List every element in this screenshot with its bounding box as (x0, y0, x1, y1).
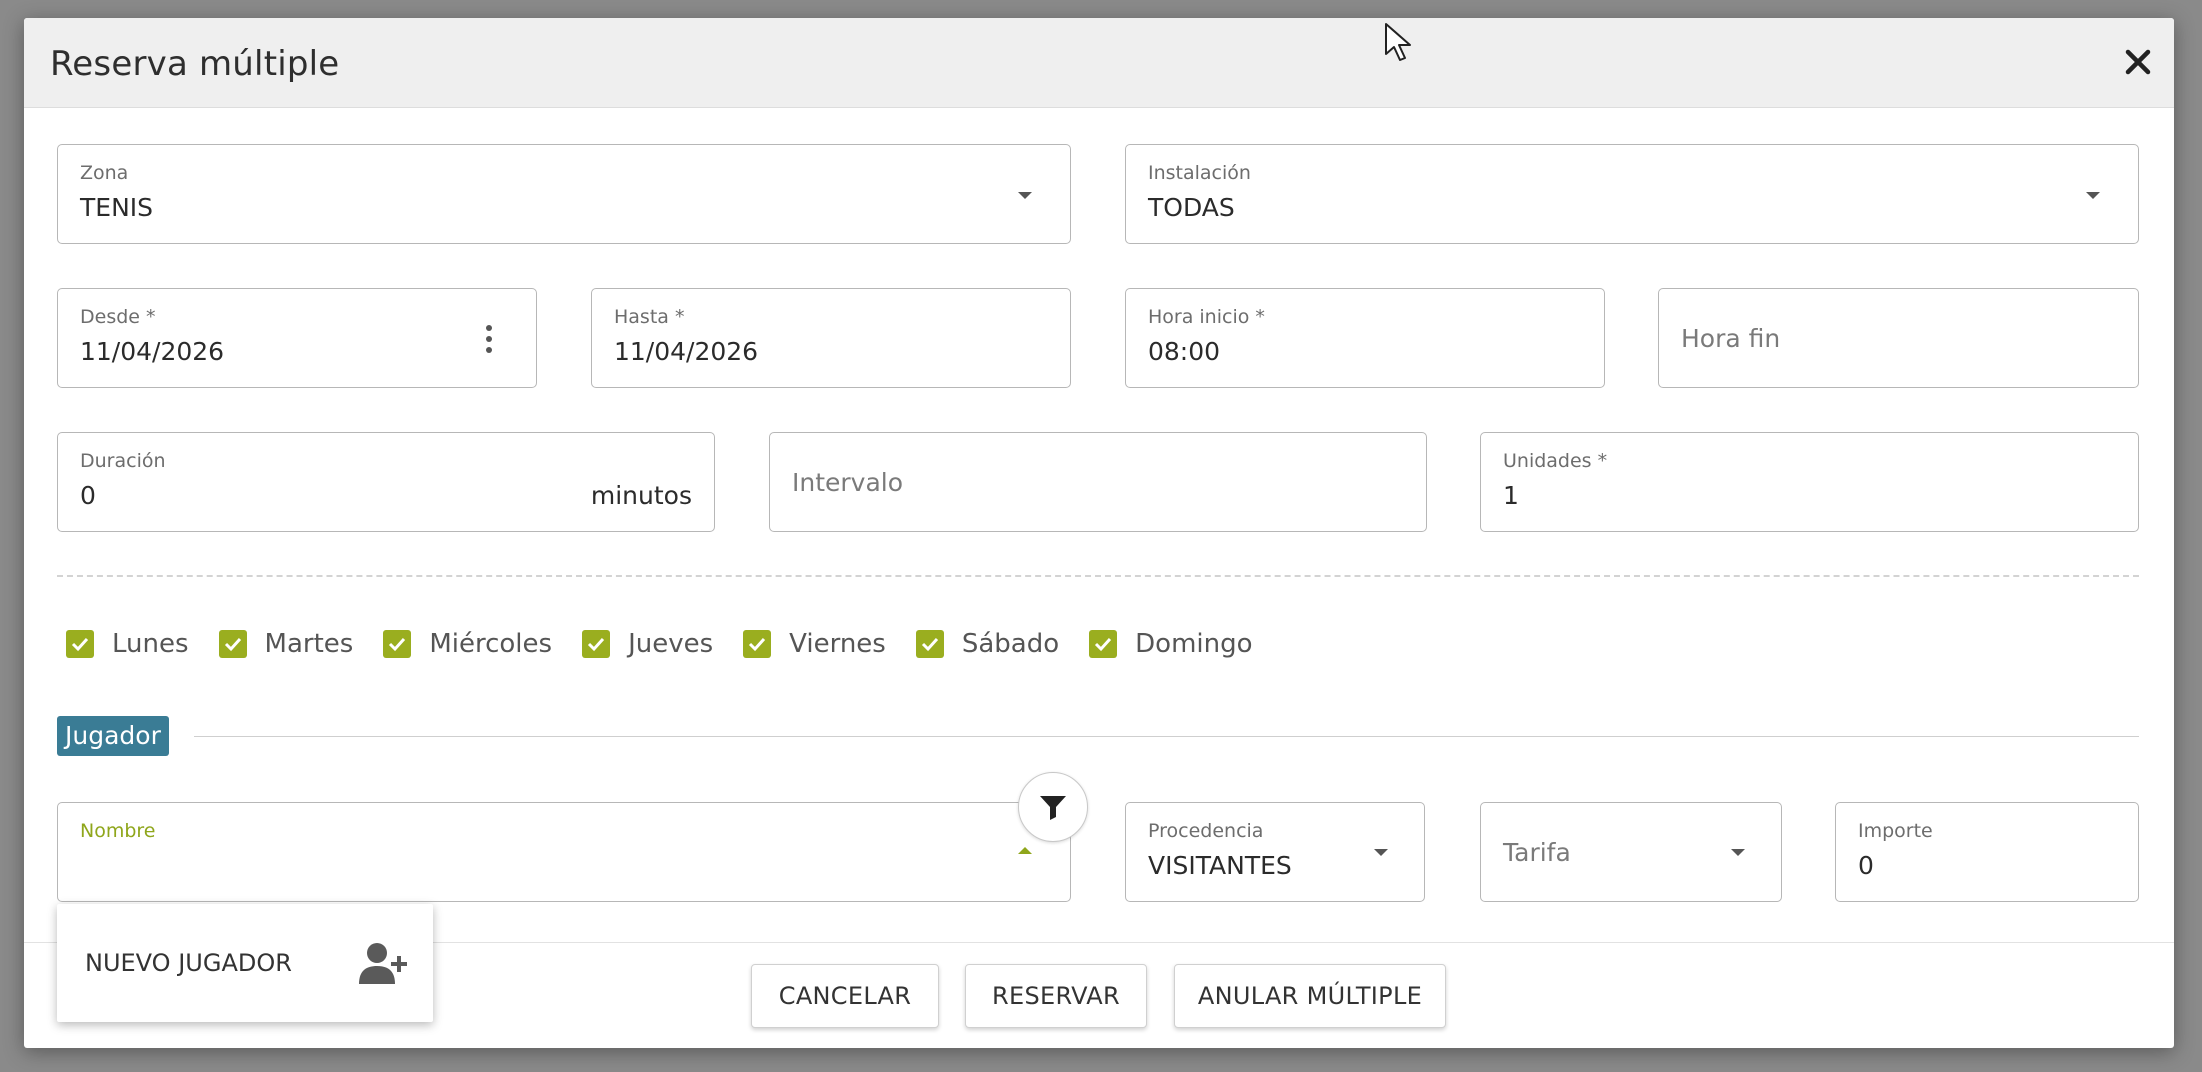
chevron-down-icon (2086, 192, 2100, 199)
tarifa-placeholder: Tarifa (1503, 837, 1571, 867)
duracion-suffix: minutos (590, 481, 692, 510)
hasta-label: Hasta * (614, 306, 685, 328)
chevron-down-icon (1018, 192, 1032, 199)
chevron-down-icon (1731, 849, 1745, 856)
chevron-up-icon (1018, 847, 1032, 854)
nombre-label: Nombre (80, 820, 156, 842)
intervalo-field[interactable]: Intervalo (769, 432, 1427, 532)
unidades-field[interactable]: Unidades * 1 (1480, 432, 2139, 532)
unidades-value: 1 (1503, 481, 1519, 510)
checkbox-martes[interactable]: Martes (218, 629, 354, 659)
tarifa-select[interactable]: Tarifa (1480, 802, 1782, 902)
unidades-label: Unidades * (1503, 450, 1608, 472)
checkbox-checked-icon (218, 630, 247, 658)
hora-inicio-value: 08:00 (1148, 337, 1221, 366)
hora-fin-field[interactable]: Hora fin (1658, 288, 2139, 388)
duracion-field[interactable]: Duración 0 minutos (57, 432, 715, 532)
new-player-label: NUEVO JUGADOR (85, 949, 292, 977)
divider (57, 575, 2139, 577)
checkbox-checked-icon (743, 630, 772, 658)
dialog-title: Reserva múltiple (50, 44, 340, 84)
mouse-cursor-icon (1385, 23, 1411, 61)
dialog-header: Reserva múltiple (24, 18, 2174, 108)
nombre-combobox[interactable]: Nombre (57, 802, 1071, 902)
checkbox-label: Domingo (1135, 629, 1253, 659)
cancel-button[interactable]: CANCELAR (751, 964, 939, 1028)
instalacion-label: Instalación (1148, 162, 1251, 184)
desde-field[interactable]: Desde * 11/04/2026 (57, 288, 537, 388)
weekday-checkboxes: Lunes Martes Miércoles Jueves Viernes Sá… (66, 624, 1283, 664)
procedencia-value: VISITANTES (1148, 851, 1292, 880)
checkbox-label: Martes (264, 629, 354, 659)
checkbox-checked-icon (1089, 630, 1118, 658)
procedencia-label: Procedencia (1148, 820, 1264, 842)
filter-icon (1040, 796, 1066, 820)
checkbox-checked-icon (66, 630, 94, 658)
checkbox-label: Lunes (112, 629, 189, 659)
checkbox-jueves[interactable]: Jueves (582, 629, 713, 659)
importe-field[interactable]: Importe 0 (1835, 802, 2139, 902)
more-options-icon[interactable] (484, 325, 494, 355)
add-user-icon (359, 943, 407, 984)
desde-label: Desde * (80, 306, 156, 328)
reserva-multiple-dialog: Reserva múltiple Zona TENIS Instalación … (24, 18, 2174, 1048)
nombre-dropdown: NUEVO JUGADOR (57, 904, 433, 1022)
importe-value: 0 (1858, 851, 1874, 880)
filter-button[interactable] (1018, 772, 1088, 842)
checkbox-checked-icon (582, 630, 611, 658)
hora-inicio-label: Hora inicio * (1148, 306, 1265, 328)
instalacion-value: TODAS (1148, 193, 1235, 222)
chevron-down-icon (1374, 849, 1388, 856)
reserve-button[interactable]: RESERVAR (965, 964, 1147, 1028)
checkbox-miercoles[interactable]: Miércoles (383, 629, 552, 659)
intervalo-placeholder: Intervalo (792, 467, 904, 497)
zona-select[interactable]: Zona TENIS (57, 144, 1071, 244)
desde-value: 11/04/2026 (80, 337, 225, 366)
hasta-field[interactable]: Hasta * 11/04/2026 (591, 288, 1071, 388)
section-title-jugador: Jugador (57, 716, 169, 756)
checkbox-checked-icon (383, 630, 412, 658)
checkbox-sabado[interactable]: Sábado (915, 629, 1060, 659)
checkbox-label: Sábado (961, 629, 1060, 659)
hora-fin-placeholder: Hora fin (1681, 323, 1781, 353)
checkbox-label: Viernes (789, 629, 886, 659)
close-icon (2125, 49, 2151, 75)
checkbox-domingo[interactable]: Domingo (1089, 629, 1253, 659)
checkbox-label: Jueves (628, 629, 714, 659)
zona-label: Zona (80, 162, 129, 184)
hasta-value: 11/04/2026 (614, 337, 759, 366)
procedencia-select[interactable]: Procedencia VISITANTES (1125, 802, 1425, 902)
cancel-multiple-button[interactable]: ANULAR MÚLTIPLE (1174, 964, 1446, 1028)
new-player-option[interactable]: NUEVO JUGADOR (57, 904, 433, 1022)
checkbox-checked-icon (915, 630, 944, 658)
zona-value: TENIS (80, 193, 154, 222)
instalacion-select[interactable]: Instalación TODAS (1125, 144, 2139, 244)
checkbox-viernes[interactable]: Viernes (743, 629, 886, 659)
importe-label: Importe (1858, 820, 1933, 842)
hora-inicio-field[interactable]: Hora inicio * 08:00 (1125, 288, 1605, 388)
close-button[interactable] (2116, 40, 2160, 84)
section-divider (194, 736, 2139, 737)
duracion-label: Duración (80, 450, 166, 472)
duracion-value: 0 (80, 481, 96, 510)
checkbox-label: Miércoles (429, 629, 553, 659)
checkbox-lunes[interactable]: Lunes (66, 629, 189, 659)
